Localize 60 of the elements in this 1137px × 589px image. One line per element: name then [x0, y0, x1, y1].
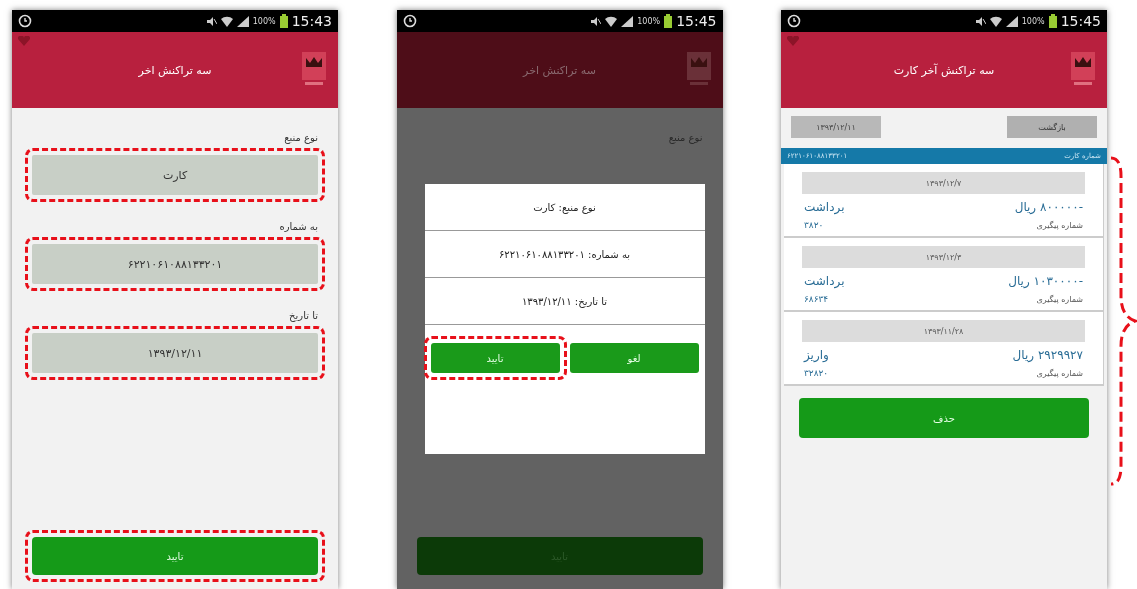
wifi-icon	[989, 15, 1002, 27]
transaction-type: برداشت	[804, 200, 845, 214]
field-label: نوع منبع	[668, 132, 703, 143]
heart-icon	[787, 36, 799, 46]
transaction-amount: -۱۰۳۰۰۰۰ ریال	[1008, 274, 1083, 288]
dialog-line: به شماره: ۶۲۲۱۰۶۱۰۸۸۱۳۳۲۰۱	[424, 231, 705, 278]
wifi-icon	[220, 15, 233, 27]
screen-title: سه تراکنش اخر	[138, 63, 212, 77]
transaction-amount: -۸۰۰۰۰۰ ریال	[1014, 200, 1083, 214]
transaction-date: ۱۳۹۳/۱۱/۲۸	[802, 320, 1085, 342]
reference-label: شماره پیگیری	[1036, 368, 1083, 378]
clock-icon	[18, 14, 32, 28]
bank-logo-icon	[686, 52, 711, 86]
status-time: 15:45	[1060, 13, 1101, 29]
input-field[interactable]: ۱۳۹۳/۱۲/۱۱	[32, 333, 318, 373]
confirm-button[interactable]: تایید	[32, 537, 318, 575]
input-field[interactable]: ۶۲۲۱۰۶۱۰۸۸۱۳۳۲۰۱	[32, 244, 318, 284]
reference-number: ۶۸۶۳۴	[804, 294, 829, 304]
battery-percent: 100%	[637, 16, 661, 26]
field-label: به شماره	[279, 221, 318, 232]
dialog-line: نوع منبع: کارت	[424, 184, 705, 231]
reference-number: ۳۲۸۲۰	[804, 368, 829, 378]
delete-button[interactable]: حذف	[799, 398, 1089, 438]
transaction-type: واریز	[804, 348, 829, 362]
battery-icon	[664, 14, 673, 28]
signal-icon	[1005, 15, 1018, 27]
battery-icon	[279, 14, 288, 28]
dialog-button[interactable]: تایید	[430, 343, 560, 373]
wifi-icon	[605, 15, 618, 27]
screen-title: سه تراکنش آخر کارت	[893, 63, 995, 77]
heart-icon	[18, 36, 30, 46]
transaction-date: ۱۳۹۳/۱۲/۷	[802, 172, 1085, 194]
mute-icon	[205, 15, 217, 27]
clock-icon	[787, 14, 801, 28]
date-field: ۱۳۹۳/۱۲/۱۱	[791, 116, 881, 138]
battery-icon	[1048, 14, 1057, 28]
battery-percent: 100%	[252, 16, 276, 26]
transaction-type: برداشت	[804, 274, 845, 288]
signal-icon	[236, 15, 249, 27]
reference-label: شماره پیگیری	[1036, 294, 1083, 304]
transaction-amount: ۲۹۲۹۹۲۷ ریال	[1012, 348, 1083, 362]
input-field[interactable]: کارت	[32, 155, 318, 195]
mute-icon	[590, 15, 602, 27]
field-label: تا تاریخ	[289, 310, 318, 321]
screen-title: سه تراکنش اخر	[523, 63, 596, 77]
dialog-line: تا تاریخ: ۱۳۹۳/۱۲/۱۱	[424, 278, 705, 325]
status-time: 15:45	[676, 13, 717, 29]
transaction-date: ۱۳۹۳/۱۲/۳	[802, 246, 1085, 268]
battery-percent: 100%	[1021, 16, 1045, 26]
back-button[interactable]: بازگشت	[1007, 116, 1097, 138]
field-label: نوع منبع	[284, 132, 318, 143]
status-time: 15:43	[291, 13, 332, 29]
bank-logo-icon	[1071, 52, 1095, 86]
signal-icon	[621, 15, 634, 27]
reference-number: ۳۸۲۰	[804, 220, 824, 230]
dialog-button[interactable]: لغو	[569, 343, 699, 373]
reference-label: شماره پیگیری	[1036, 220, 1083, 230]
clock-icon	[402, 14, 417, 28]
mute-icon	[974, 15, 986, 27]
bank-logo-icon	[302, 52, 326, 86]
